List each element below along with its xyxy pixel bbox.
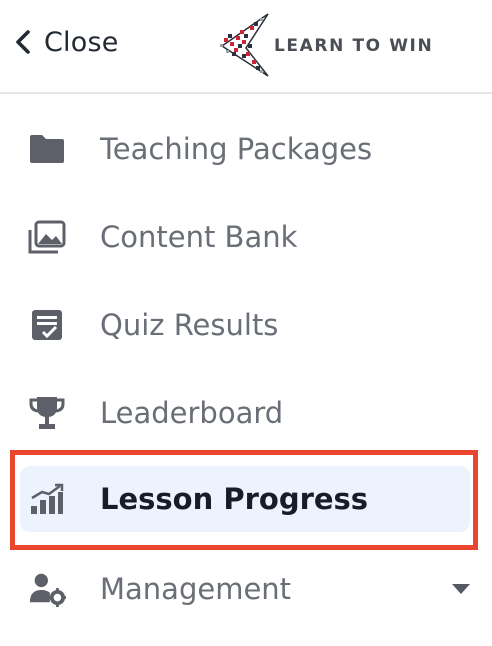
- user-gear-icon: [28, 570, 66, 608]
- nav-item-label: Lesson Progress: [100, 482, 369, 516]
- close-button[interactable]: Close: [14, 22, 119, 62]
- progress-chart-icon: [28, 480, 66, 518]
- logo-text: LEARN TO WIN: [274, 36, 434, 56]
- nav-item-management[interactable]: Management: [20, 556, 470, 622]
- photo-library-icon: [28, 218, 66, 256]
- nav-item-lesson-progress[interactable]: Lesson Progress: [20, 466, 470, 532]
- folder-icon: [28, 130, 66, 168]
- chevron-left-icon: [14, 29, 32, 55]
- nav-item-label: Leaderboard: [100, 396, 284, 430]
- nav-item-quiz-results[interactable]: Quiz Results: [20, 292, 470, 358]
- nav-item-content-bank[interactable]: Content Bank: [20, 204, 470, 270]
- nav-item-label: Management: [100, 572, 292, 606]
- caret-down-icon[interactable]: [452, 584, 470, 594]
- sidebar-header: Close LEARN TO WIN: [0, 0, 492, 94]
- checklist-icon: [28, 306, 66, 344]
- trophy-icon: [28, 394, 66, 432]
- learn-to-win-logo: LEARN TO WIN: [216, 8, 456, 80]
- nav-item-label: Content Bank: [100, 220, 298, 254]
- nav-item-label: Quiz Results: [100, 308, 279, 342]
- nav-item-label: Teaching Packages: [100, 132, 373, 166]
- logo-mark-icon: [220, 13, 269, 77]
- close-label: Close: [44, 26, 119, 58]
- nav-item-teaching-packages[interactable]: Teaching Packages: [20, 116, 470, 182]
- nav-item-leaderboard[interactable]: Leaderboard: [20, 380, 470, 446]
